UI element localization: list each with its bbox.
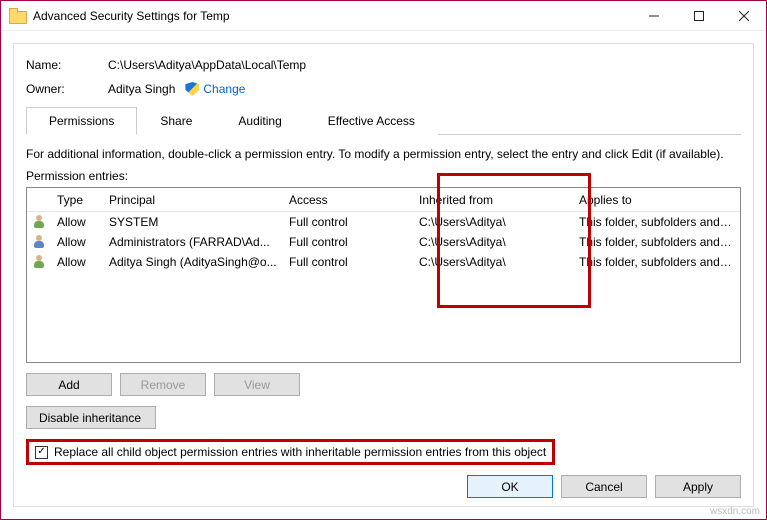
cell-applies: This folder, subfolders and files — [573, 215, 740, 229]
table-row[interactable]: Allow Administrators (FARRAD\Ad... Full … — [27, 232, 740, 252]
cell-inherited: C:\Users\Aditya\ — [413, 255, 573, 269]
view-button[interactable]: View — [214, 373, 300, 396]
group-icon — [33, 234, 45, 250]
add-button[interactable]: Add — [26, 373, 112, 396]
replace-children-row: ✓ Replace all child object permission en… — [26, 439, 555, 465]
change-owner-link[interactable]: Change — [203, 82, 245, 96]
tab-auditing[interactable]: Auditing — [215, 107, 304, 135]
close-button[interactable] — [721, 1, 766, 30]
owner-row: Owner: Aditya Singh Change — [26, 82, 741, 96]
maximize-button[interactable] — [676, 1, 721, 30]
minimize-button[interactable] — [631, 1, 676, 30]
tab-permissions[interactable]: Permissions — [26, 107, 137, 135]
cell-principal: SYSTEM — [103, 215, 283, 229]
owner-value: Aditya Singh — [108, 82, 175, 96]
permission-grid[interactable]: Type Principal Access Inherited from App… — [26, 187, 741, 363]
replace-children-label: Replace all child object permission entr… — [54, 445, 546, 459]
replace-children-checkbox[interactable]: ✓ — [35, 446, 48, 459]
cell-applies: This folder, subfolders and files — [573, 235, 740, 249]
window-controls — [631, 1, 766, 30]
name-row: Name: C:\Users\Aditya\AppData\Local\Temp — [26, 58, 741, 72]
apply-button[interactable]: Apply — [655, 475, 741, 498]
inheritance-buttons: Disable inheritance — [26, 406, 741, 429]
user-icon — [33, 214, 45, 230]
grid-header: Type Principal Access Inherited from App… — [27, 188, 740, 212]
folder-icon — [9, 8, 25, 24]
cell-type: Allow — [51, 215, 103, 229]
info-text: For additional information, double-click… — [26, 147, 741, 161]
ok-button[interactable]: OK — [467, 475, 553, 498]
col-type[interactable]: Type — [51, 193, 103, 207]
cancel-button[interactable]: Cancel — [561, 475, 647, 498]
tab-effective-access[interactable]: Effective Access — [305, 107, 438, 135]
cell-type: Allow — [51, 235, 103, 249]
col-principal[interactable]: Principal — [103, 193, 283, 207]
cell-access: Full control — [283, 255, 413, 269]
col-access[interactable]: Access — [283, 193, 413, 207]
entry-buttons: Add Remove View — [26, 373, 741, 396]
user-icon — [33, 254, 45, 270]
cell-inherited: C:\Users\Aditya\ — [413, 215, 573, 229]
watermark: wsxdn.com — [710, 506, 760, 517]
name-value: C:\Users\Aditya\AppData\Local\Temp — [108, 58, 306, 72]
tab-share[interactable]: Share — [137, 107, 215, 135]
window-title: Advanced Security Settings for Temp — [33, 9, 631, 23]
cell-access: Full control — [283, 215, 413, 229]
remove-button[interactable]: Remove — [120, 373, 206, 396]
shield-icon — [185, 82, 199, 96]
col-inherited[interactable]: Inherited from — [413, 193, 573, 207]
cell-principal: Aditya Singh (AdityaSingh@o... — [103, 255, 283, 269]
cell-principal: Administrators (FARRAD\Ad... — [103, 235, 283, 249]
tab-bar: Permissions Share Auditing Effective Acc… — [26, 106, 741, 135]
cell-inherited: C:\Users\Aditya\ — [413, 235, 573, 249]
permission-grid-area: Type Principal Access Inherited from App… — [26, 187, 741, 363]
cell-access: Full control — [283, 235, 413, 249]
table-row[interactable]: Allow Aditya Singh (AdityaSingh@o... Ful… — [27, 252, 740, 272]
table-row[interactable]: Allow SYSTEM Full control C:\Users\Adity… — [27, 212, 740, 232]
window: Advanced Security Settings for Temp Name… — [0, 0, 767, 520]
col-applies[interactable]: Applies to — [573, 193, 740, 207]
name-label: Name: — [26, 58, 108, 72]
owner-label: Owner: — [26, 82, 108, 96]
disable-inheritance-button[interactable]: Disable inheritance — [26, 406, 156, 429]
content-panel: Name: C:\Users\Aditya\AppData\Local\Temp… — [13, 43, 754, 507]
entries-label: Permission entries: — [26, 169, 741, 183]
cell-applies: This folder, subfolders and files — [573, 255, 740, 269]
cell-type: Allow — [51, 255, 103, 269]
dialog-buttons: OK Cancel Apply — [467, 475, 741, 498]
titlebar: Advanced Security Settings for Temp — [1, 1, 766, 31]
